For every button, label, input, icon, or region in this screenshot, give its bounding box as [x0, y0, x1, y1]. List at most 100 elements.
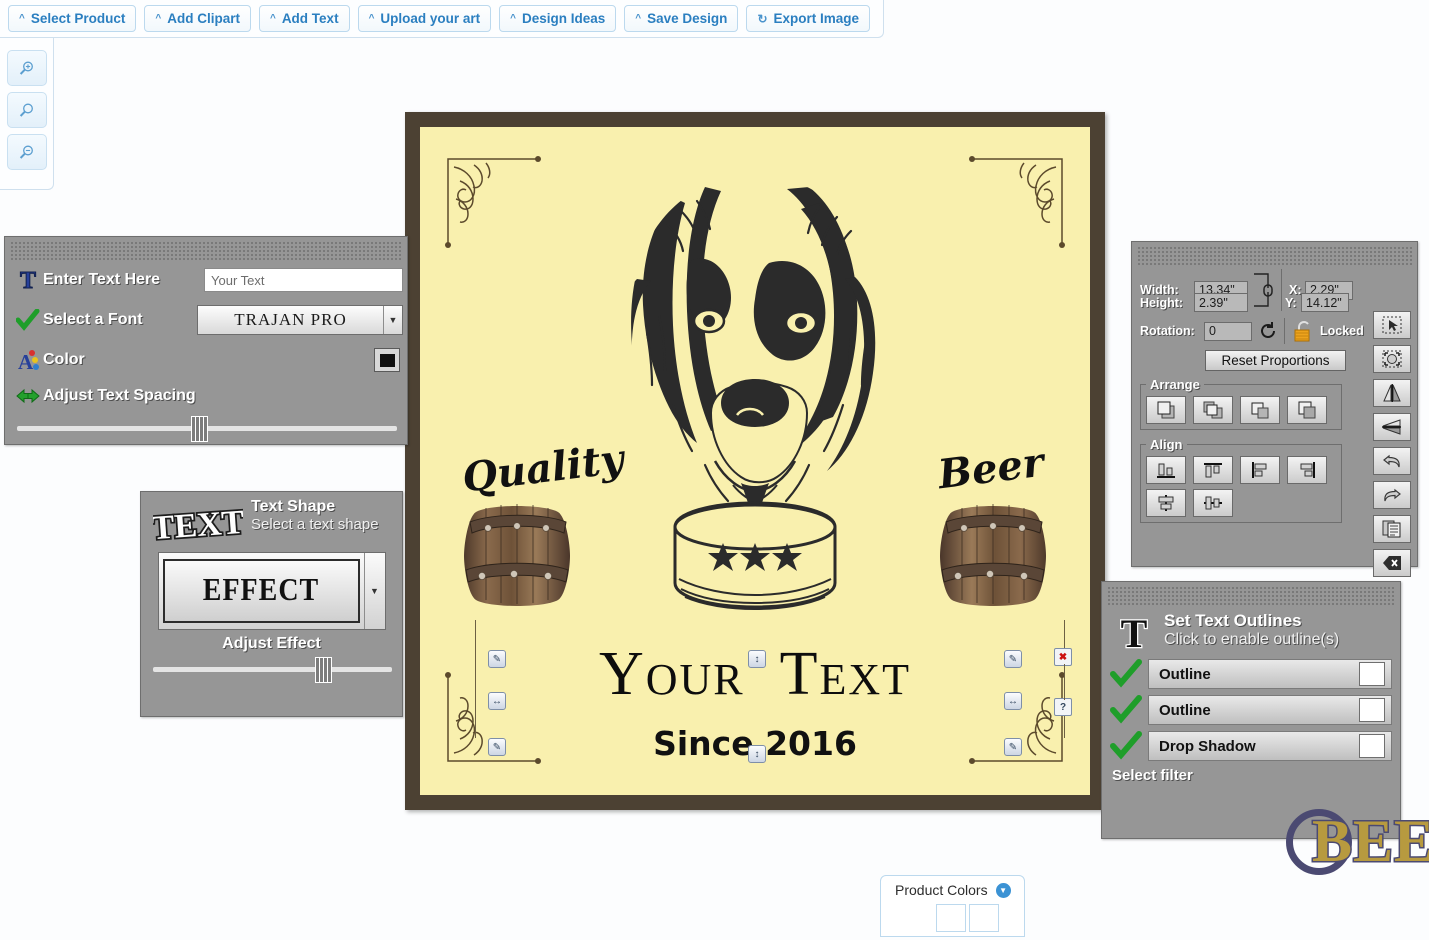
- effect-select[interactable]: EFFECT ▼: [157, 552, 386, 630]
- zoom-rail: [0, 38, 54, 190]
- slider-thumb[interactable]: [314, 657, 332, 683]
- outline-option-2[interactable]: Outline: [1148, 695, 1392, 725]
- redo-button[interactable]: [1373, 481, 1411, 509]
- button-label: Add Clipart: [167, 11, 240, 26]
- resize-handle-right[interactable]: ↔: [1004, 692, 1022, 710]
- refresh-icon: ↻: [757, 11, 768, 26]
- product-colors-toggle[interactable]: Product Colors ▼: [881, 876, 1024, 898]
- caret-up-icon: ^: [368, 12, 375, 24]
- panel-drag-grip[interactable]: [10, 241, 402, 260]
- outline-color-swatch[interactable]: [1359, 698, 1385, 722]
- design-ideas-button[interactable]: ^ Design Ideas: [499, 5, 617, 32]
- lock-open-icon[interactable]: [1293, 320, 1315, 342]
- caret-up-icon: ^: [19, 12, 25, 24]
- outline-option-label: Outline: [1159, 701, 1211, 719]
- add-text-button[interactable]: ^ Add Text: [258, 5, 350, 32]
- product-color-swatch[interactable]: [969, 904, 999, 932]
- upload-your-art-button[interactable]: ^ Upload your art: [357, 5, 492, 32]
- select-tool-button[interactable]: [1373, 311, 1411, 339]
- resize-handle-top-right[interactable]: ✎: [1004, 650, 1022, 668]
- outline-option-1[interactable]: Outline: [1148, 659, 1392, 689]
- collar-barrel: [673, 501, 837, 611]
- undo-button[interactable]: [1373, 447, 1411, 475]
- transform-tool-button[interactable]: [1373, 345, 1411, 373]
- checkmark-icon[interactable]: [1110, 695, 1142, 725]
- chevron-down-icon: ▼: [995, 882, 1011, 898]
- height-input[interactable]: [1194, 293, 1248, 312]
- rotation-input[interactable]: [1204, 321, 1252, 341]
- reset-proportions-button[interactable]: Reset Proportions: [1205, 350, 1346, 371]
- color-swatch-button[interactable]: [374, 348, 400, 372]
- text-outlines-panel: T Set Text Outlines Click to enable outl…: [1101, 581, 1401, 839]
- delete-button[interactable]: [1373, 549, 1411, 577]
- button-label: Design Ideas: [522, 11, 606, 26]
- align-bottom-button[interactable]: [1146, 456, 1186, 484]
- select-font-label: Select a Font: [43, 311, 143, 328]
- shape-panel-subtitle: Select a text shape: [251, 516, 379, 534]
- send-backward-button[interactable]: [1240, 396, 1280, 424]
- shape-panel-title: Text Shape: [251, 498, 336, 515]
- zoom-reset-button[interactable]: [6, 92, 47, 128]
- resize-handle-left[interactable]: ↔: [488, 692, 506, 710]
- drop-shadow-color-swatch[interactable]: [1359, 734, 1385, 758]
- locked-label: Locked: [1320, 324, 1364, 338]
- link-proportions-icon[interactable]: [1252, 270, 1278, 310]
- center-horizontal-button[interactable]: [1146, 489, 1186, 517]
- select-product-button[interactable]: ^ Select Product: [8, 5, 137, 32]
- delete-object-handle[interactable]: ✖: [1054, 648, 1072, 666]
- text-input[interactable]: [204, 268, 403, 292]
- y-label: Y:: [1285, 295, 1297, 310]
- flip-vertical-button[interactable]: [1373, 413, 1411, 441]
- save-design-button[interactable]: ^ Save Design: [624, 5, 739, 32]
- text-outline-icon: T: [1119, 611, 1149, 655]
- add-clipart-button[interactable]: ^ Add Clipart: [144, 5, 251, 32]
- product-color-swatches: [936, 904, 1024, 932]
- bring-forward-button[interactable]: [1193, 396, 1233, 424]
- panel-drag-grip[interactable]: [1137, 246, 1412, 265]
- adjust-effect-slider[interactable]: [153, 655, 392, 683]
- chevron-down-icon: ▼: [383, 306, 402, 334]
- dog-illustration[interactable]: [555, 165, 955, 625]
- flip-horizontal-button[interactable]: [1373, 379, 1411, 407]
- resize-handle-bottom[interactable]: ↕: [748, 745, 766, 763]
- outline-row-1: Outline: [1110, 659, 1392, 689]
- rotate-object-handle[interactable]: ?: [1054, 698, 1072, 716]
- drop-shadow-option[interactable]: Drop Shadow: [1148, 731, 1392, 761]
- zoom-in-button[interactable]: [6, 50, 47, 86]
- barrel-left-clipart[interactable]: [456, 492, 578, 610]
- select-font-row: Select a Font TRAJAN PRO ▼: [5, 300, 407, 340]
- barrel-right-clipart[interactable]: [932, 492, 1054, 610]
- chevron-down-icon: ▼: [363, 553, 385, 629]
- zoom-out-button[interactable]: [6, 134, 47, 170]
- product-color-swatch[interactable]: [936, 904, 966, 932]
- align-top-button[interactable]: [1193, 456, 1233, 484]
- export-image-button[interactable]: ↻ Export Image: [746, 5, 871, 32]
- selection-handles: ✎ ↔ ↕ ↕ ✎ ↔ ✎ ✎ ✖ ?: [460, 620, 1080, 763]
- resize-handle-top[interactable]: ↕: [748, 650, 766, 668]
- svg-text:T: T: [20, 268, 36, 292]
- y-input[interactable]: [1301, 293, 1349, 312]
- reset-rotation-icon[interactable]: [1258, 321, 1278, 341]
- text-spacing-slider[interactable]: [17, 414, 397, 442]
- panel-drag-grip[interactable]: [1107, 586, 1395, 605]
- center-vertical-button[interactable]: [1193, 489, 1233, 517]
- resize-handle-bottom-left[interactable]: ✎: [488, 738, 506, 756]
- send-to-back-button[interactable]: [1287, 396, 1327, 424]
- font-select[interactable]: TRAJAN PRO ▼: [197, 305, 403, 335]
- svg-text:TEXT: TEXT: [153, 504, 243, 546]
- resize-handle-top-left[interactable]: ✎: [488, 650, 506, 668]
- slider-thumb[interactable]: [191, 416, 209, 442]
- duplicate-button[interactable]: [1373, 515, 1411, 543]
- font-color-icon: A: [13, 348, 43, 372]
- bring-to-front-button[interactable]: [1146, 396, 1186, 424]
- checkmark-icon[interactable]: [1110, 731, 1142, 761]
- select-filter-label: Select filter: [1112, 767, 1193, 784]
- outline-color-swatch[interactable]: [1359, 662, 1385, 686]
- align-right-button[interactable]: [1287, 456, 1327, 484]
- button-label: Select Product: [30, 11, 126, 26]
- checkmark-icon[interactable]: [1110, 659, 1142, 689]
- vertical-divider: [1284, 318, 1285, 344]
- align-left-button[interactable]: [1240, 456, 1280, 484]
- resize-handle-bottom-right[interactable]: ✎: [1004, 738, 1022, 756]
- outline-panel-subtitle: Click to enable outline(s): [1164, 630, 1340, 648]
